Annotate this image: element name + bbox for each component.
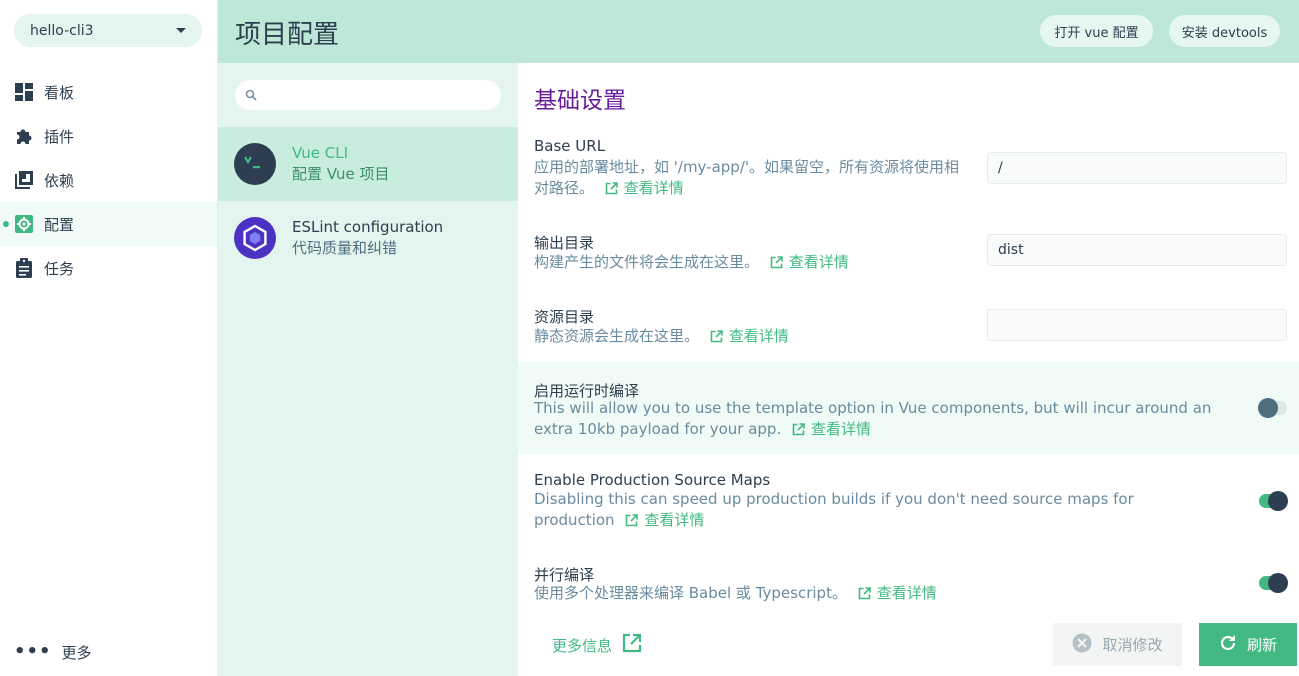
settings-icon [14, 214, 34, 234]
page-header: 项目配置 打开 vue 配置 安装 devtools [218, 0, 1299, 63]
setting-row-output-dir: 输出目录 构建产生的文件将会生成在这里。 查看详情 [518, 228, 1299, 288]
setting-desc-text: 构建产生的文件将会生成在这里。 [534, 253, 760, 271]
external-link-icon [858, 585, 871, 606]
puzzle-icon [14, 126, 34, 146]
config-item-name: ESLint configuration [292, 218, 444, 236]
sidebar-item-label: 看板 [44, 83, 75, 102]
chevron-down-icon [176, 28, 186, 33]
refresh-icon [1219, 634, 1247, 656]
refresh-button[interactable]: 刷新 [1199, 623, 1297, 666]
toggle-knob [1258, 398, 1278, 418]
setting-label: Base URL [534, 137, 606, 155]
external-link-icon [625, 512, 639, 533]
project-selector[interactable]: hello-cli3 [14, 14, 202, 47]
more-info-label: 更多信息 [552, 636, 613, 655]
config-list-panel: Vue CLI 配置 Vue 项目 ESLint configuration 代… [218, 63, 518, 676]
runtime-compiler-toggle[interactable] [1258, 398, 1287, 418]
setting-label: Enable Production Source Maps [534, 471, 771, 489]
setting-desc: Disabling this can speed up production b… [534, 489, 1214, 533]
setting-row-base-url: Base URL 应用的部署地址，如 '/my-app/'。如果留空，所有资源将… [518, 133, 1299, 203]
external-link-icon [612, 633, 642, 657]
details-link[interactable]: 查看详情 [770, 253, 849, 271]
cancel-changes-button[interactable]: 取消修改 [1053, 623, 1182, 666]
section-title: 基础设置 [534, 88, 626, 114]
more-button[interactable]: ••• 更多 [14, 640, 92, 664]
setting-desc-text: 应用的部署地址，如 '/my-app/'。如果留空，所有资源将使用相对路径。 [534, 158, 959, 197]
sidebar-item-dashboard[interactable]: 看板 [0, 70, 217, 114]
sidebar: hello-cli3 看板 插件 依赖 配置 任务 ••• 更多 [0, 0, 218, 676]
details-link[interactable]: 查看详情 [625, 511, 704, 529]
setting-desc-text: This will allow you to use the template … [534, 399, 1212, 438]
more-label: 更多 [61, 643, 92, 662]
assets-dir-input[interactable] [987, 309, 1287, 341]
sidebar-item-label: 任务 [44, 259, 75, 278]
setting-desc: 应用的部署地址，如 '/my-app/'。如果留空，所有资源将使用相对路径。 查… [534, 157, 964, 201]
active-indicator [3, 221, 9, 227]
base-url-input[interactable] [987, 152, 1287, 184]
more-info-link[interactable]: 更多信息 [552, 633, 642, 657]
setting-row-parallel: 并行编译 使用多个处理器来编译 Babel 或 Typescript。 查看详情 [518, 560, 1299, 610]
external-link-icon [770, 254, 783, 275]
cancel-label: 取消修改 [1102, 636, 1163, 654]
setting-label: 资源目录 [534, 308, 595, 326]
external-link-icon [710, 328, 723, 349]
setting-row-runtime-compiler: 启用运行时编译 This will allow you to use the t… [518, 362, 1299, 454]
details-link[interactable]: 查看详情 [605, 179, 684, 197]
vue-cli-logo-icon [234, 143, 276, 185]
sidebar-item-tasks[interactable]: 任务 [0, 246, 217, 290]
setting-row-source-maps: Enable Production Source Maps Disabling … [518, 466, 1299, 536]
project-name: hello-cli3 [30, 22, 94, 39]
page-title: 项目配置 [235, 20, 340, 50]
external-link-icon [792, 421, 805, 442]
setting-desc-text: 静态资源会生成在这里。 [534, 327, 700, 345]
config-item-desc: 代码质量和纠错 [292, 239, 398, 257]
setting-label: 输出目录 [534, 234, 595, 252]
config-item-vue-cli[interactable]: Vue CLI 配置 Vue 项目 [218, 127, 518, 201]
setting-desc: This will allow you to use the template … [534, 398, 1214, 442]
search-input[interactable] [263, 87, 501, 103]
setting-desc-text: 使用多个处理器来编译 Babel 或 Typescript。 [534, 584, 847, 602]
sidebar-item-configuration[interactable]: 配置 [0, 202, 217, 246]
dashboard-icon [14, 82, 34, 102]
toggle-knob [1268, 573, 1288, 593]
sidebar-nav: 看板 插件 依赖 配置 任务 [0, 70, 217, 290]
output-dir-input[interactable] [987, 234, 1287, 266]
sidebar-item-plugins[interactable]: 插件 [0, 114, 217, 158]
config-item-name: Vue CLI [292, 144, 349, 162]
search-icon [245, 86, 257, 105]
cancel-icon [1072, 633, 1102, 657]
more-dots-icon: ••• [14, 641, 52, 662]
external-link-icon [605, 180, 618, 201]
sidebar-item-label: 配置 [44, 215, 75, 234]
details-link[interactable]: 查看详情 [858, 584, 937, 602]
config-item-eslint[interactable]: ESLint configuration 代码质量和纠错 [218, 201, 518, 275]
details-link[interactable]: 查看详情 [710, 327, 789, 345]
clipboard-icon [14, 258, 34, 278]
library-icon [14, 170, 34, 190]
search-box[interactable] [235, 80, 501, 110]
open-vue-config-button[interactable]: 打开 vue 配置 [1040, 15, 1153, 47]
details-link[interactable]: 查看详情 [792, 420, 871, 438]
setting-desc: 使用多个处理器来编译 Babel 或 Typescript。 查看详情 [534, 583, 1214, 606]
sidebar-item-label: 插件 [44, 127, 75, 146]
parallel-toggle[interactable] [1259, 573, 1288, 593]
setting-desc-text: Disabling this can speed up production b… [534, 490, 1134, 529]
refresh-label: 刷新 [1246, 636, 1277, 654]
setting-label: 并行编译 [534, 566, 595, 584]
toggle-knob [1268, 491, 1288, 511]
config-main: 基础设置 Base URL 应用的部署地址，如 '/my-app/'。如果留空，… [518, 63, 1299, 676]
sidebar-item-dependencies[interactable]: 依赖 [0, 158, 217, 202]
source-maps-toggle[interactable] [1259, 491, 1288, 511]
install-devtools-button[interactable]: 安装 devtools [1169, 15, 1280, 47]
config-item-desc: 配置 Vue 项目 [292, 165, 390, 183]
setting-row-assets-dir: 资源目录 静态资源会生成在这里。 查看详情 [518, 302, 1299, 362]
sidebar-item-label: 依赖 [44, 171, 75, 190]
eslint-logo-icon [234, 217, 276, 259]
